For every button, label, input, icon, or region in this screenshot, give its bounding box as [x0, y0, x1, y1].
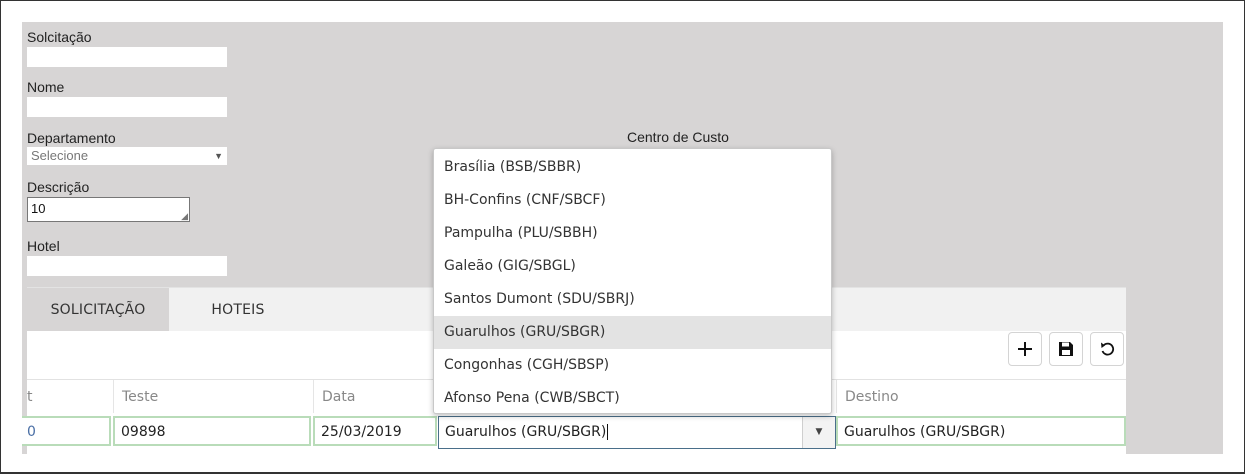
dropdown-item[interactable]: Brasília (BSB/SBBR): [434, 151, 831, 184]
tab-solicitacao[interactable]: SOLICITAÇÃO: [27, 288, 169, 332]
tab-solicitacao-label: SOLICITAÇÃO: [50, 302, 146, 318]
dropdown-item[interactable]: Galeão (GIG/SBGL): [434, 250, 831, 283]
resize-grip-icon[interactable]: ◢: [181, 212, 188, 221]
undo-button[interactable]: [1090, 332, 1124, 366]
nome-label: Nome: [27, 79, 65, 95]
solicitacao-label: Solcitação: [27, 29, 92, 45]
dropdown-item[interactable]: Afonso Pena (CWB/SBCT): [434, 382, 831, 415]
row-cell-teste[interactable]: 09898: [113, 416, 311, 446]
dropdown-item[interactable]: BH-Confins (CNF/SBCF): [434, 184, 831, 217]
plus-icon: [1018, 342, 1032, 356]
centro-custo-label: Centro de Custo: [627, 129, 729, 145]
descricao-textarea[interactable]: 10 ◢: [27, 197, 190, 222]
origem-combobox[interactable]: Guarulhos (GRU/SBGR) ▼: [438, 416, 836, 449]
chevron-down-icon: ▼: [214, 151, 223, 161]
row-cell-first[interactable]: 0: [22, 416, 111, 446]
add-row-button[interactable]: [1008, 332, 1042, 366]
departamento-selected-value: Selecione: [31, 148, 89, 163]
departamento-label: Departamento: [27, 130, 116, 146]
solicitacao-input[interactable]: [27, 47, 227, 67]
column-header-data[interactable]: Data: [313, 380, 438, 414]
dropdown-item[interactable]: Congonhas (CGH/SBSP): [434, 349, 831, 382]
table-row: 0 09898 25/03/2019 Guarulhos (GRU/SBGR) …: [22, 413, 1126, 454]
descricao-label: Descrição: [27, 179, 90, 195]
dropdown-item[interactable]: Pampulha (PLU/SBBH): [434, 217, 831, 250]
row-cell-data[interactable]: 25/03/2019: [313, 416, 437, 446]
row-cell-destino[interactable]: Guarulhos (GRU/SBGR): [836, 416, 1126, 446]
hotel-input[interactable]: [27, 256, 227, 276]
chevron-down-icon[interactable]: ▼: [802, 417, 835, 448]
text-caret: [607, 424, 609, 440]
hotel-label: Hotel: [27, 238, 60, 254]
floppy-disk-icon: [1059, 342, 1073, 356]
column-header[interactable]: t: [22, 380, 113, 414]
airport-dropdown-list: Brasília (BSB/SBBR) BH-Confins (CNF/SBCF…: [433, 148, 832, 414]
tab-hoteis-label: HOTEIS: [211, 302, 265, 318]
origem-combobox-value: Guarulhos (GRU/SBGR): [445, 424, 607, 440]
column-header-destino[interactable]: Destino: [836, 380, 1126, 414]
nome-input[interactable]: [27, 97, 227, 117]
save-button[interactable]: [1049, 332, 1083, 366]
descricao-value: 10: [31, 201, 46, 216]
dropdown-item[interactable]: Santos Dumont (SDU/SBRJ): [434, 283, 831, 316]
dropdown-item-highlighted[interactable]: Guarulhos (GRU/SBGR): [434, 316, 831, 349]
tab-hoteis[interactable]: HOTEIS: [169, 288, 307, 332]
undo-icon: [1101, 342, 1115, 356]
column-header-teste[interactable]: Teste: [113, 380, 313, 414]
departamento-select[interactable]: Selecione ▼: [27, 147, 227, 165]
